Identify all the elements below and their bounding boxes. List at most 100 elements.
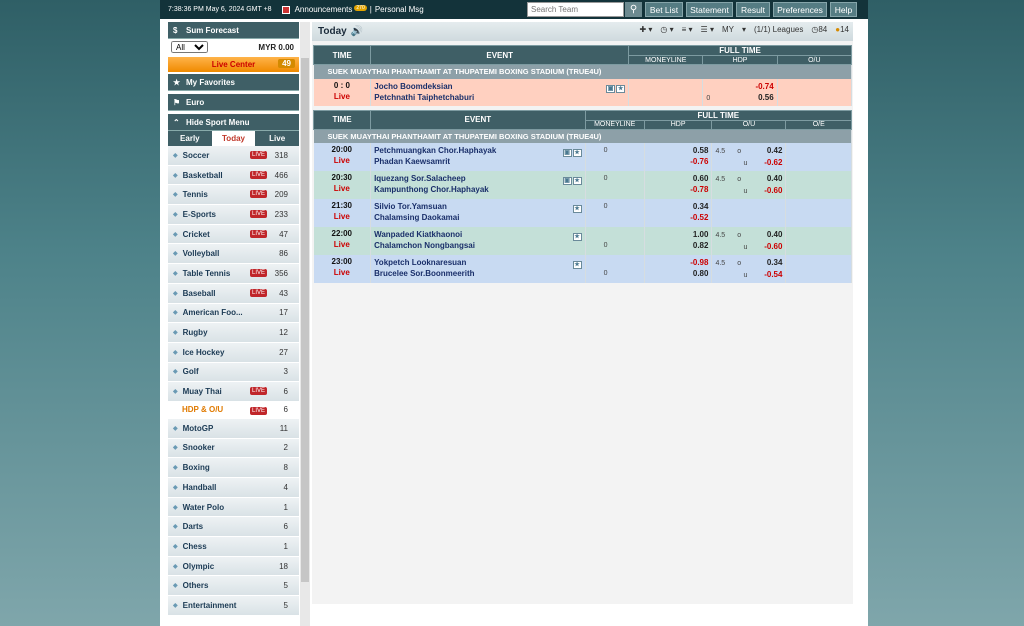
help-button[interactable]: Help [830,2,857,17]
live-center-button[interactable]: Live Center 49 [168,57,299,72]
sidebar-item[interactable]: ◆ Basketball LIVE 466 [168,165,299,186]
under-odds[interactable]: -0.60 [764,241,782,252]
odds-type-select[interactable]: MY [722,25,734,34]
sidebar-item[interactable]: ◆ Handball 4 [168,478,299,498]
hdp-away-odds[interactable]: -0.76 [648,156,708,167]
personal-msg-link[interactable]: Personal Msg [375,5,424,14]
refresh-icon[interactable]: ◷ ▾ [660,25,673,34]
favorite-icon[interactable]: ★ [572,149,582,157]
oe-header: O/E [785,119,852,130]
view-icon[interactable]: ☰ ▾ [701,25,714,34]
sidebar-item[interactable]: ◆ Cricket LIVE 47 [168,224,299,245]
away-team: Kampunthong Chor.Haphayak [374,185,489,194]
search-icon[interactable]: ⚲ [625,2,642,17]
leagues-filter[interactable]: (1/1) Leagues [754,25,803,34]
sidebar-item[interactable]: ◆ Soccer LIVE 318 [168,146,299,166]
sport-name: Chess [182,541,207,551]
sidebar-item[interactable]: ◆ Chess 1 [168,537,299,557]
hdp-home-odds[interactable]: 0.60 [648,173,709,184]
sidebar-item[interactable]: ◆ Muay Thai LIVE 6 [168,382,299,402]
sidebar-item[interactable]: ◆ Darts 6 [168,517,299,538]
result-button[interactable]: Result [736,2,770,17]
euro-button[interactable]: ⚑ Euro [168,94,299,111]
my-favorites-button[interactable]: ★ My Favorites [168,74,299,91]
sidebar-item[interactable]: ◆ Table Tennis LIVE 356 [168,264,299,284]
sport-count: 233 [274,209,288,219]
add-icon[interactable]: ✚ ▾ [639,25,652,34]
sidebar-item[interactable]: ◆ Rugby 12 [168,323,299,343]
event-header: EVENT [370,109,586,130]
favorite-icon[interactable]: ★ [572,177,582,185]
hdp-away-odds[interactable]: -0.52 [648,212,708,223]
sidebar-item[interactable]: ◆ Boxing 8 [168,458,299,478]
under-odds[interactable]: -0.60 [764,185,782,196]
hdp-home-odds[interactable]: 0.58 [648,145,709,156]
sidebar-item[interactable]: ◆ Olympic 18 [168,556,299,577]
hdp-away-odds[interactable]: 0.56 [758,92,774,103]
sidebar-scrollbar[interactable] [300,22,310,626]
sidebar-item[interactable]: ◆ Water Polo 1 [168,497,299,518]
sidebar-item[interactable]: ◆ Baseball LIVE 43 [168,283,299,304]
scrollbar-thumb[interactable] [301,58,309,582]
preferences-button[interactable]: Preferences [773,2,827,17]
ou-line: 4.5 [715,260,726,267]
league-row[interactable]: SUEK MUAYTHAI PHANTHAMIT AT THUPATEMI BO… [313,64,852,79]
expand-icon: ◆ [173,310,178,317]
sum-forecast-header[interactable]: $ Sum Forecast [168,22,299,39]
hdp-line-away: 0 [603,270,608,277]
sidebar-item[interactable]: ◆ MotoGP 11 [168,418,299,439]
sport-count: 466 [274,170,288,180]
away-team: Phadan Kaewsamrit [374,157,451,166]
currency-filter-select[interactable]: All [171,41,208,53]
sidebar-item[interactable]: HDP & O/U LIVE 6 [168,401,299,419]
bet-list-button[interactable]: Bet List [645,2,683,17]
under-label: u [743,188,748,195]
favorite-icon[interactable]: ★ [572,233,582,241]
over-odds[interactable]: 0.42 [767,145,783,156]
chevron-down-icon[interactable]: ▾ [742,25,746,34]
sidebar-item[interactable]: ◆ Others 5 [168,576,299,597]
favorite-icon[interactable]: ★ [572,261,582,269]
favorite-icon[interactable]: ★ [616,84,626,93]
sidebar-item[interactable]: ◆ Entertainment 5 [168,596,299,616]
over-odds[interactable]: 0.34 [767,257,783,268]
sidebar-item[interactable]: ◆ Golf 3 [168,362,299,383]
expand-icon: ◆ [173,152,178,159]
speaker-icon[interactable]: 🔊 [351,26,363,37]
hide-sport-menu-button[interactable]: ⌃ Hide Sport Menu [168,114,299,131]
sidebar-item[interactable]: ◆ American Foo... 17 [168,303,299,324]
sort-icon[interactable]: ≡ ▾ [682,25,693,34]
sidebar-item[interactable]: ◆ Ice Hockey 27 [168,342,299,363]
hdp-away-odds[interactable]: 0.82 [648,240,709,251]
tab-live[interactable]: Live [255,131,299,146]
over-odds[interactable]: 0.40 [767,229,783,240]
statement-button[interactable]: Statement [686,2,733,17]
sidebar-item[interactable]: ◆ Tennis LIVE 209 [168,185,299,206]
hdp-home-odds[interactable]: 1.00 [648,229,709,240]
ou-line: 4.5 [715,176,726,183]
hdp-away-odds[interactable]: -0.78 [648,184,708,195]
sidebar-item[interactable]: ◆ E-Sports LIVE 233 [168,205,299,225]
favorite-icon[interactable]: ★ [572,205,582,213]
hdp-home-odds[interactable]: 0.34 [648,201,709,212]
search-input[interactable] [527,2,624,17]
hdp-away-odds[interactable]: 0.80 [648,268,709,279]
tab-early[interactable]: Early [168,131,212,146]
hdp-line-away: 0 [603,242,608,249]
tv-icon[interactable]: ▣ [606,84,616,93]
tv-icon[interactable]: ▣ [562,149,572,157]
tv-icon[interactable]: ▣ [562,177,572,185]
league-row[interactable]: SUEK MUAYTHAI PHANTHAMIT AT THUPATEMI BO… [313,129,852,143]
under-odds[interactable]: -0.54 [764,269,782,280]
sport-count: 4 [283,482,288,492]
mail-icon[interactable] [281,5,290,14]
hdp-home-odds[interactable]: -0.98 [648,257,708,268]
hdp-home-odds[interactable]: -0.74 [706,81,773,92]
sidebar-item[interactable]: ◆ Snooker 2 [168,438,299,459]
under-odds[interactable]: -0.62 [764,157,782,168]
hdp-header: HDP [643,119,713,130]
announcements-link[interactable]: Announcements 270 [295,5,367,14]
tab-today[interactable]: Today [211,131,256,146]
sidebar-item[interactable]: ◆ Volleyball 86 [168,244,299,265]
over-odds[interactable]: 0.40 [767,173,783,184]
